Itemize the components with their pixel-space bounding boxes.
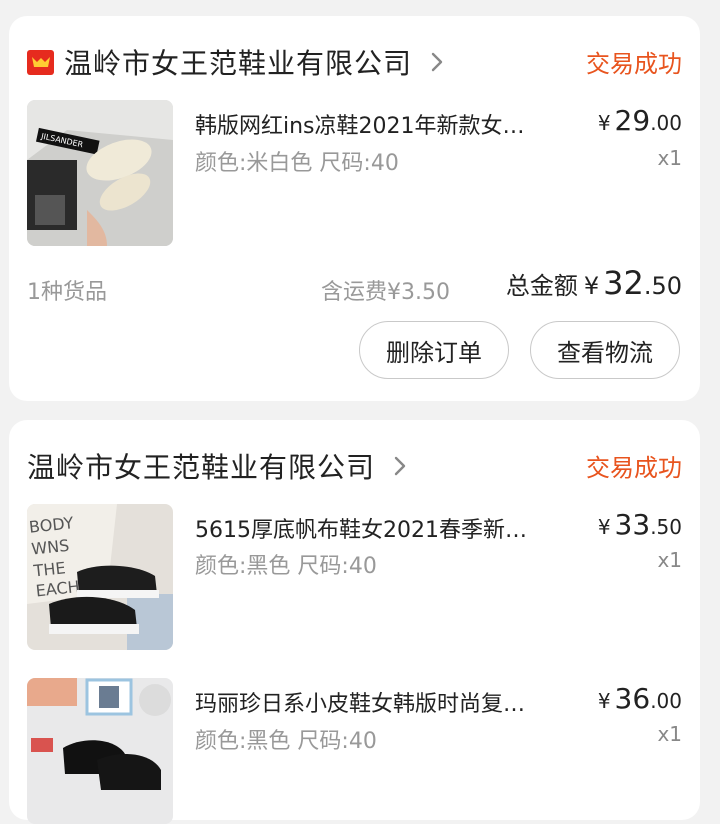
total-decimal: .50 <box>643 272 682 300</box>
order-status: 交易成功 <box>586 454 682 482</box>
shop-header[interactable]: 温岭市女王范鞋业有限公司 <box>27 446 413 486</box>
currency-symbol: ¥ <box>597 111 611 135</box>
product-title[interactable]: 5615厚底帆布鞋女2021春季新… <box>195 512 527 544</box>
chevron-right-icon <box>394 456 406 476</box>
product-spec: 颜色:黑色 尺码:40 <box>195 554 377 579</box>
svg-text:WNS: WNS <box>30 536 70 559</box>
product-price: ¥29.00 <box>598 104 682 137</box>
currency-symbol: ¥ <box>597 515 611 539</box>
chevron-right-icon <box>431 52 443 72</box>
product-price: ¥36.00 <box>598 682 682 715</box>
product-price: ¥33.50 <box>598 508 682 541</box>
delete-order-button[interactable]: 删除订单 <box>359 321 509 379</box>
shop-name[interactable]: 温岭市女王范鞋业有限公司 <box>64 42 412 82</box>
price-decimal: .00 <box>650 111 682 135</box>
shop-name[interactable]: 温岭市女王范鞋业有限公司 <box>27 446 375 486</box>
product-quantity: x1 <box>657 722 682 746</box>
shop-header[interactable]: 温岭市女王范鞋业有限公司 <box>27 42 450 82</box>
product-title[interactable]: 韩版网红ins凉鞋2021年新款女… <box>195 108 525 140</box>
price-decimal: .00 <box>650 689 682 713</box>
order-card[interactable]: 温岭市女王范鞋业有限公司 交易成功 BODY WNS THE EACH 5615… <box>9 420 700 824</box>
currency-symbol: ¥ <box>583 272 600 300</box>
product-quantity: x1 <box>657 548 682 572</box>
price-integer: 33 <box>614 508 651 541</box>
product-thumbnail[interactable]: JILSANDER <box>27 100 173 246</box>
product-thumbnail[interactable]: BODY WNS THE EACH <box>27 504 173 650</box>
order-status: 交易成功 <box>586 50 682 78</box>
svg-text:THE: THE <box>32 558 67 580</box>
item-count: 1种货品 <box>27 280 107 305</box>
product-thumbnail[interactable] <box>27 678 173 824</box>
price-decimal: .50 <box>650 515 682 539</box>
price-integer: 36 <box>614 682 651 715</box>
product-spec: 颜色:米白色 尺码:40 <box>195 151 399 176</box>
currency-symbol: ¥ <box>597 689 611 713</box>
product-quantity: x1 <box>657 146 682 170</box>
product-spec: 颜色:黑色 尺码:40 <box>195 729 377 754</box>
tmall-shop-icon <box>27 49 54 75</box>
shipping-fee: 含运费¥3.50 <box>321 280 450 305</box>
total-integer: 32 <box>603 264 644 302</box>
order-card[interactable]: 温岭市女王范鞋业有限公司 交易成功 JILSANDER 韩版网红ins凉鞋202… <box>9 16 700 401</box>
view-logistics-button[interactable]: 查看物流 <box>530 321 680 379</box>
total-label: 总金额 <box>505 272 578 300</box>
price-integer: 29 <box>614 104 651 137</box>
order-total: 总金额 ¥32.50 <box>506 264 682 302</box>
product-title[interactable]: 玛丽珍日系小皮鞋女韩版时尚复… <box>195 686 525 718</box>
